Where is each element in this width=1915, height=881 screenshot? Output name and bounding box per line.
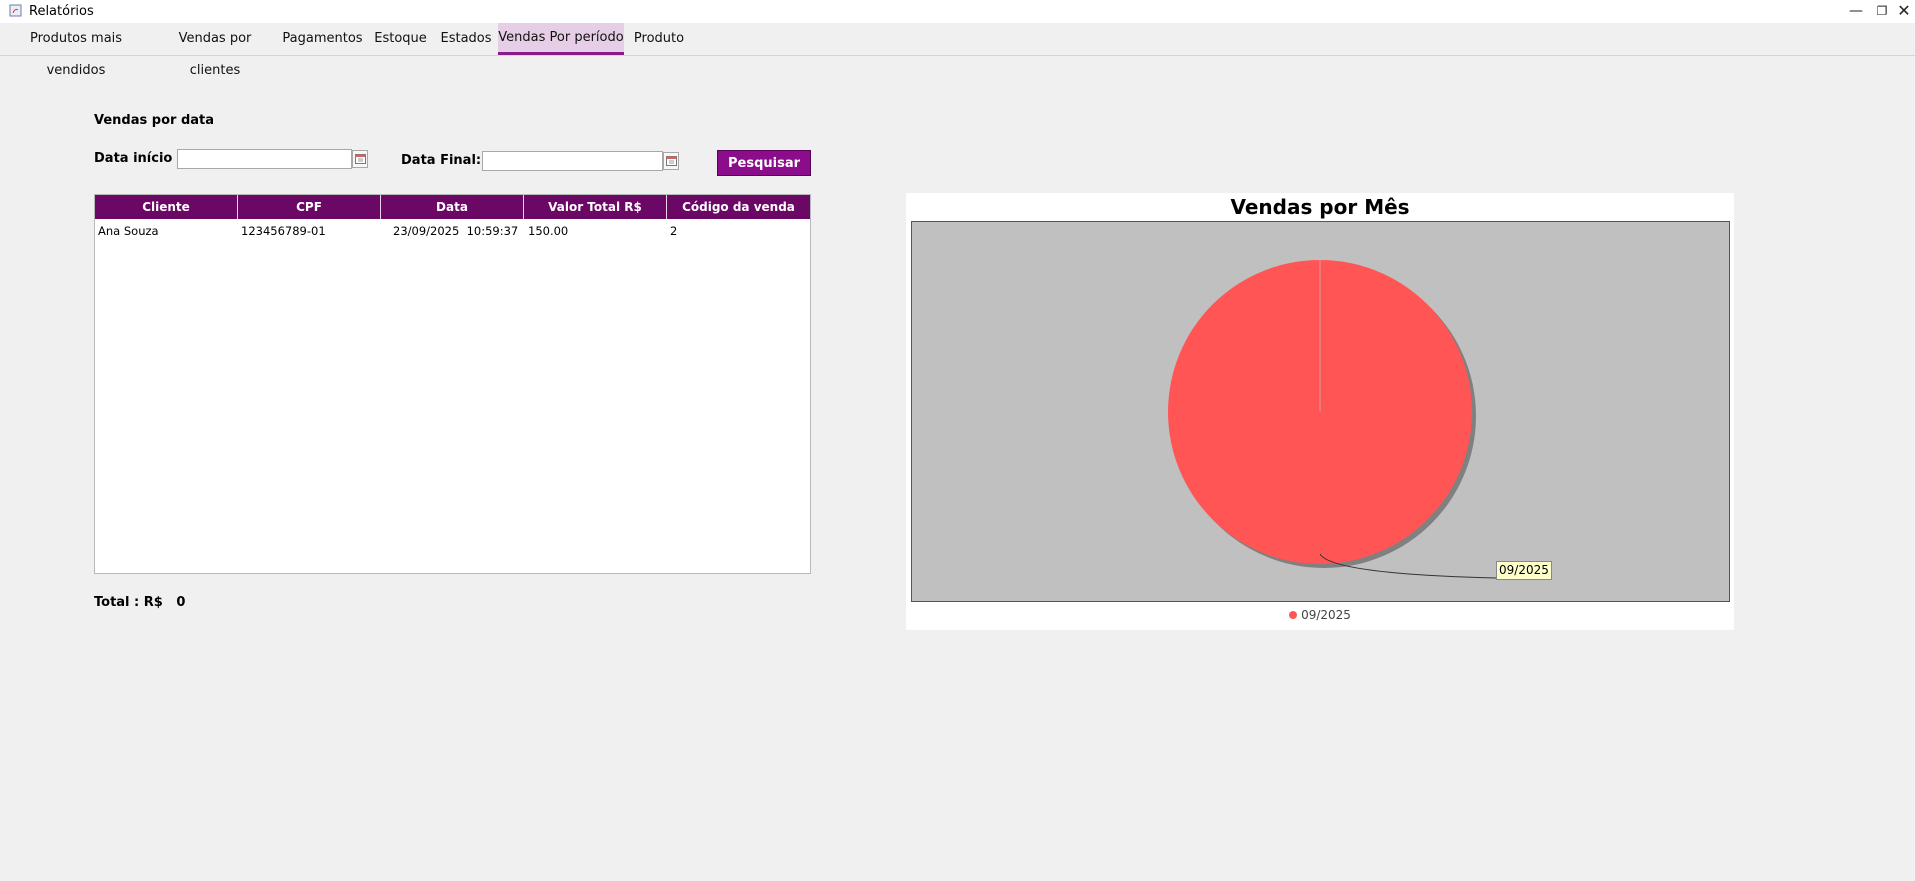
calendar-icon: [666, 156, 677, 166]
cell-codigo-venda: 2: [670, 224, 678, 238]
tab-vendas-por-clientes[interactable]: Vendas por clientes: [152, 23, 278, 78]
legend-label: 09/2025: [1301, 608, 1351, 622]
tab-estados[interactable]: Estados: [434, 23, 498, 55]
tab-pagamentos[interactable]: Pagamentos: [278, 23, 367, 55]
tab-vendas-por-periodo[interactable]: Vendas Por período: [498, 23, 624, 55]
end-calendar-button[interactable]: [663, 152, 679, 170]
sales-chart: Vendas por Mês 09/2025 09/2025: [906, 193, 1734, 630]
java-app-icon: [9, 4, 22, 17]
tab-produtos-mais-vendidos[interactable]: Produtos mais vendidos: [0, 23, 152, 78]
calendar-icon: [355, 154, 366, 164]
tab-produto[interactable]: Produto: [624, 23, 694, 55]
tab-bar: Produtos mais vendidos Vendas por client…: [0, 23, 1915, 78]
column-header-cliente[interactable]: Cliente: [95, 195, 238, 219]
sales-table[interactable]: Cliente CPF Data Valor Total R$ Código d…: [94, 194, 811, 574]
end-date-label: Data Final:: [401, 153, 482, 168]
search-button[interactable]: Pesquisar: [717, 150, 811, 176]
close-icon[interactable]: ✕: [1892, 1, 1915, 21]
column-header-codigo-venda[interactable]: Código da venda: [667, 195, 810, 219]
total-value: 0: [176, 595, 186, 610]
restore-icon[interactable]: ❐: [1870, 1, 1894, 21]
cell-data: 23/09/2025 10:59:37: [393, 224, 519, 238]
start-calendar-button[interactable]: [352, 150, 368, 168]
table-row[interactable]: Ana Souza 123456789-01 23/09/2025 10:59:…: [95, 219, 810, 243]
cell-cpf: 123456789-01: [241, 224, 326, 238]
pie-slice-label: 09/2025: [1496, 561, 1552, 580]
chart-legend: 09/2025: [906, 608, 1734, 622]
start-date-label: Data início :: [94, 151, 183, 166]
total-label: Total : R$: [94, 595, 163, 610]
title-bar: Relatórios — ❐ ✕: [0, 0, 1915, 23]
column-header-data[interactable]: Data: [381, 195, 524, 219]
end-date-field[interactable]: [482, 151, 663, 171]
total-line: Total : R$ 0: [94, 595, 185, 610]
legend-swatch: [1289, 611, 1298, 619]
column-header-cpf[interactable]: CPF: [238, 195, 381, 219]
tab-estoque[interactable]: Estoque: [367, 23, 434, 55]
start-date-field[interactable]: [177, 149, 352, 169]
column-header-valor-total[interactable]: Valor Total R$: [524, 195, 667, 219]
minimize-icon[interactable]: —: [1844, 1, 1868, 21]
section-title: Vendas por data: [94, 113, 215, 128]
cell-cliente: Ana Souza: [98, 224, 159, 238]
chart-title: Vendas por Mês: [1230, 195, 1410, 219]
pie-chart: [1168, 260, 1497, 579]
cell-valor-total: 150.00: [528, 224, 569, 238]
chart-plot-area: 09/2025: [911, 221, 1730, 602]
window-title: Relatórios: [29, 4, 94, 19]
table-header: Cliente CPF Data Valor Total R$ Código d…: [95, 195, 810, 219]
